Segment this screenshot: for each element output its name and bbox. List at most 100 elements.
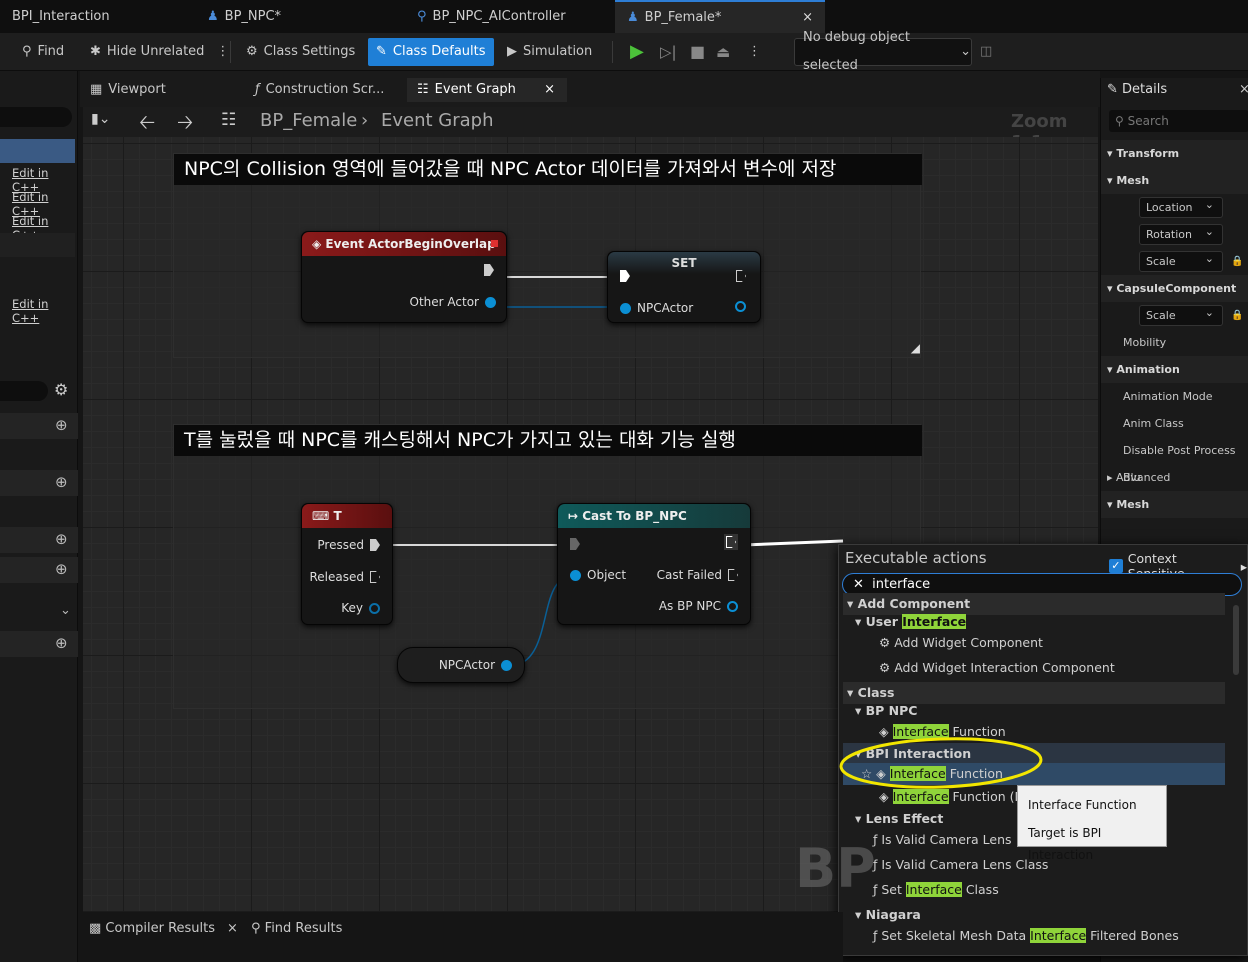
edit-in-cpp-link[interactable]: Edit in C++	[12, 297, 77, 325]
action-row[interactable]: ƒ Set Interface Class	[843, 879, 1225, 901]
cast-failed-pin[interactable]: Cast Failed	[657, 568, 738, 582]
debug-object-select[interactable]: No debug object selected ⌄	[794, 30, 972, 73]
add-icon[interactable]: ⊕	[55, 530, 68, 548]
details-row[interactable]: Animation Mode	[1101, 383, 1248, 410]
tab-construction-script[interactable]: ƒ Construction Scr...	[245, 78, 405, 102]
exec-out-pin[interactable]	[484, 264, 494, 276]
add-icon[interactable]: ⊕	[55, 634, 68, 652]
cast-to-bp-npc-node[interactable]: ↦ Cast To BP_NPC Object Cast Failed As B…	[557, 503, 751, 625]
class-settings-button[interactable]: ⚙ Class Settings	[246, 38, 355, 66]
selected-row[interactable]	[0, 139, 75, 163]
search-input[interactable]	[0, 381, 48, 401]
exec-out-pin[interactable]	[736, 270, 746, 282]
details-search-input[interactable]: ⚲ Search	[1109, 110, 1248, 132]
exec-in-pin[interactable]	[620, 270, 630, 282]
executable-actions-menu[interactable]: Executable actions ✓Context Sensitive▸ ✕…	[795, 544, 1248, 956]
action-row[interactable]: ▾ User Interface	[843, 611, 1225, 633]
event-actor-begin-overlap-node[interactable]: ◈ Event ActorBeginOverlap Other Actor	[301, 231, 507, 323]
tab-viewport[interactable]: ▦ Viewport	[80, 78, 240, 102]
simulation-button[interactable]: ▶ Simulation	[507, 38, 592, 66]
details-row[interactable]: ▸ Advanced	[1101, 464, 1248, 491]
chevron-down-icon[interactable]: ⌄	[60, 603, 71, 618]
chevron-down-icon[interactable]: ▾	[1107, 282, 1116, 295]
details-row[interactable]: Disable Post Process Blu	[1101, 437, 1248, 484]
chevron-down-icon[interactable]: ▾	[1107, 363, 1116, 376]
transform-dropdown[interactable]: Scale ⌄	[1139, 305, 1223, 326]
lock-icon[interactable]: 🔒	[1231, 302, 1243, 329]
pressed-pin[interactable]: Pressed	[317, 538, 380, 552]
npcactor-in-pin[interactable]: NPCActor	[620, 301, 693, 315]
chevron-down-icon[interactable]: ▾	[1107, 174, 1116, 187]
details-row[interactable]: ▾ Mesh	[1101, 491, 1248, 518]
tab-bpi-interaction[interactable]: BPI_Interaction	[0, 0, 195, 33]
lock-icon[interactable]: 🔒	[1231, 248, 1243, 275]
more-options-icon[interactable]: ⋮	[216, 38, 229, 66]
bookmark-icon[interactable]: ▮⌄	[91, 111, 110, 127]
section-header[interactable]: ⊕	[0, 527, 78, 553]
play-button[interactable]: ▶	[630, 38, 644, 66]
npcactor-variable-node[interactable]: NPCActor	[397, 647, 525, 683]
exec-out-pin[interactable]	[724, 534, 738, 550]
tab-bp-npc-aicontroller[interactable]: ⚲ BP_NPC_AIController	[405, 0, 615, 33]
transform-dropdown[interactable]: Scale ⌄	[1139, 251, 1223, 272]
add-icon[interactable]: ⊕	[55, 416, 68, 434]
section-header[interactable]: ⊕	[0, 413, 78, 439]
npcactor-out-pin[interactable]	[735, 301, 746, 312]
key-pin[interactable]: Key	[341, 601, 380, 615]
chevron-right-icon[interactable]: ▸	[1107, 471, 1116, 484]
add-icon[interactable]: ⊕	[55, 560, 68, 578]
object-pin[interactable]: Object	[570, 568, 626, 582]
find-button[interactable]: ⚲ Find	[22, 38, 64, 66]
other-actor-pin[interactable]: Other Actor	[410, 295, 496, 309]
action-row[interactable]: ▾ BP NPC	[843, 700, 1225, 722]
t-key-event-node[interactable]: ⌨ T Pressed Released Key	[301, 503, 393, 625]
close-icon[interactable]: ×	[1239, 82, 1248, 97]
stop-button[interactable]: ■	[690, 38, 705, 66]
section-header[interactable]: ⊕	[0, 470, 78, 496]
tab-event-graph[interactable]: ☷ Event Graph ×	[407, 78, 567, 102]
add-icon[interactable]: ⊕	[55, 473, 68, 491]
section-header[interactable]: ⊕	[0, 557, 78, 583]
details-row[interactable]: ▾ Mesh	[1101, 167, 1248, 194]
details-row[interactable]: Anim Class	[1101, 410, 1248, 437]
details-row[interactable]: Location ⌄	[1101, 194, 1248, 221]
details-row[interactable]: Scale ⌄ 🔒	[1101, 248, 1248, 275]
set-npcactor-node[interactable]: SET NPCActor	[607, 251, 761, 323]
play-options-button[interactable]: ⋮	[748, 38, 761, 66]
npcactor-get-pin[interactable]: NPCActor	[439, 658, 512, 672]
released-pin[interactable]: Released	[309, 570, 380, 584]
search-input[interactable]	[0, 107, 72, 127]
tab-bp-npc[interactable]: ♟ BP_NPC*	[195, 0, 405, 33]
details-row[interactable]: Rotation ⌄	[1101, 221, 1248, 248]
advance-frame-button[interactable]: ▷|	[660, 38, 677, 66]
debug-browse-icon[interactable]: ◫	[980, 38, 992, 66]
eject-button[interactable]: ⏏	[716, 38, 730, 66]
details-row[interactable]: ▾ Animation	[1101, 356, 1248, 383]
close-tab-icon[interactable]: ×	[544, 78, 555, 102]
close-tab-icon[interactable]: ×	[227, 921, 238, 936]
delegate-pin[interactable]	[491, 240, 498, 247]
find-results-tab[interactable]: ⚲ Find Results	[251, 921, 342, 936]
breadcrumb-blueprint[interactable]: BP_Female	[260, 110, 357, 131]
details-row[interactable]: Mobility	[1101, 329, 1248, 356]
class-defaults-button[interactable]: ✎ Class Defaults	[368, 38, 494, 66]
scrollbar-thumb[interactable]	[1233, 605, 1239, 675]
compiler-results-tab[interactable]: ▩ Compiler Results ×	[89, 921, 238, 936]
details-row[interactable]: ▾ CapsuleComponent	[1101, 275, 1248, 302]
section-header[interactable]: ⊕	[0, 631, 78, 657]
tab-bp-female[interactable]: ♟ BP_Female* ×	[615, 0, 825, 33]
hide-unrelated-button[interactable]: ✱ Hide Unrelated ⋮	[90, 38, 229, 66]
gear-icon[interactable]: ⚙	[54, 380, 68, 399]
transform-dropdown[interactable]: Rotation ⌄	[1139, 224, 1223, 245]
as-bp-npc-pin[interactable]: As BP NPC	[659, 599, 738, 613]
checkbox-checked-icon[interactable]: ✓	[1109, 559, 1123, 573]
chevron-down-icon[interactable]: ▾	[1107, 498, 1116, 511]
action-row[interactable]: ƒ Set Skeletal Mesh Data Interface Filte…	[843, 925, 1225, 947]
details-row[interactable]: ▾ Transform	[1101, 140, 1248, 167]
breadcrumb-graph[interactable]: Event Graph	[381, 110, 494, 131]
exec-in-pin[interactable]	[570, 538, 580, 550]
action-row[interactable]: ⚙ Add Widget Component	[843, 632, 1225, 654]
action-row[interactable]: ⚙ Add Widget Interaction Component	[843, 657, 1225, 679]
details-row[interactable]: Scale ⌄ 🔒	[1101, 302, 1248, 329]
clear-search-icon[interactable]: ✕	[853, 577, 872, 592]
